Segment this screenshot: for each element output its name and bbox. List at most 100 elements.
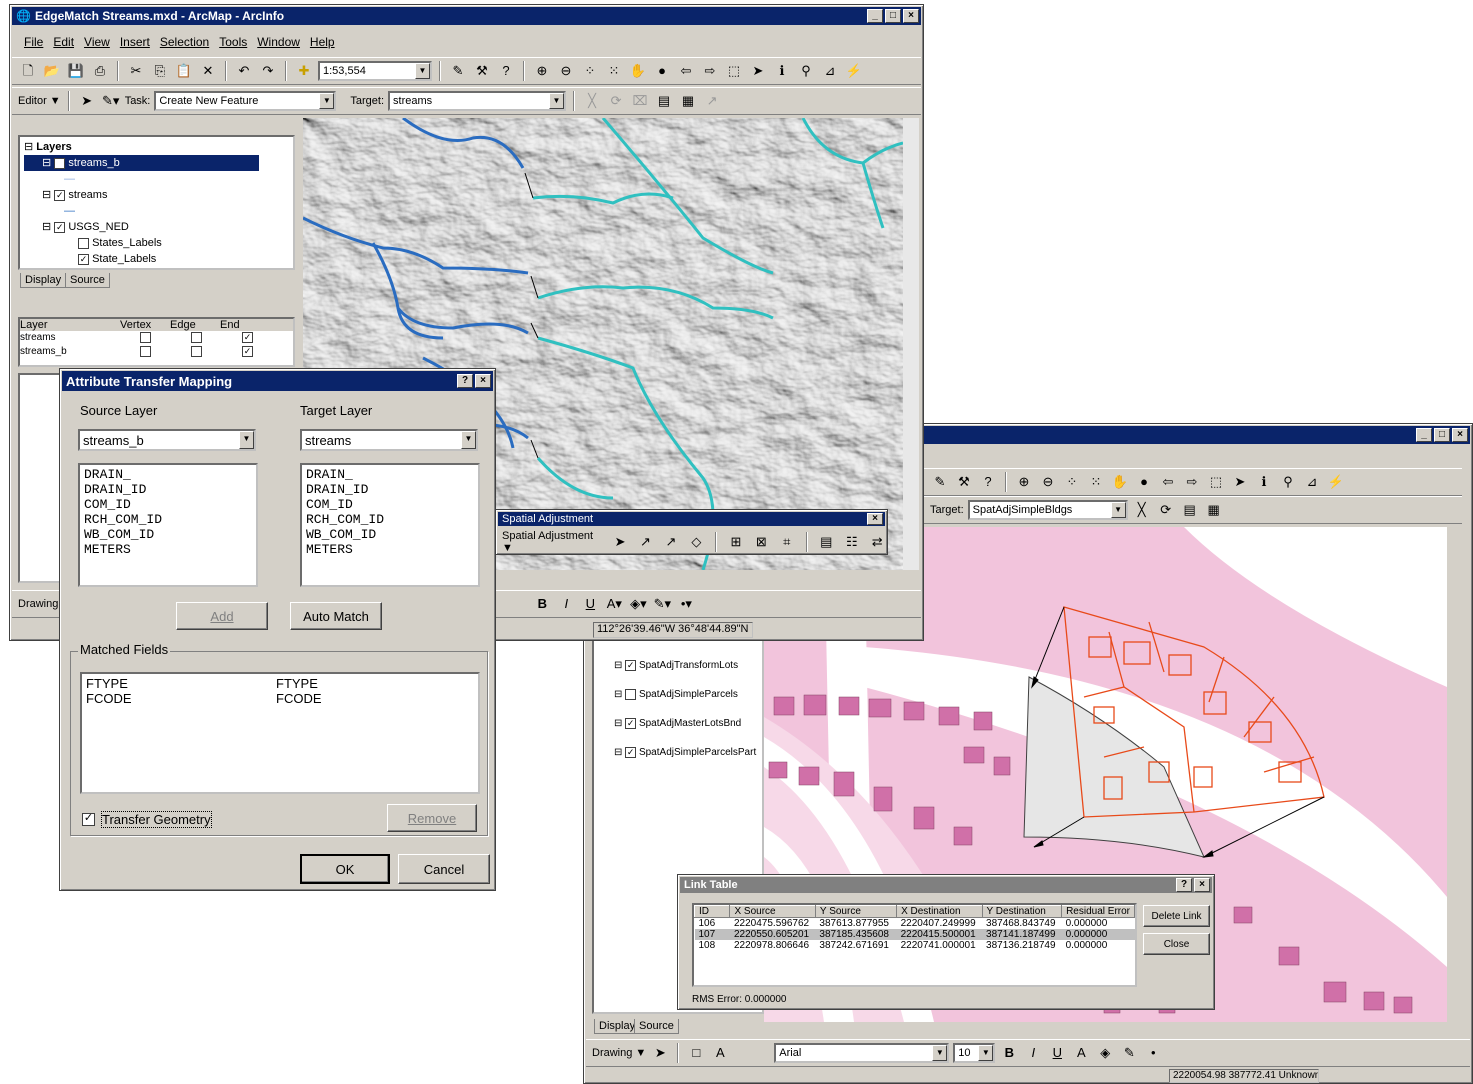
toc-layer-usgs-ned[interactable]: ⊟ ✓ USGS_NED [24,219,259,235]
second-tab-source[interactable]: Source [634,1019,679,1034]
sketch-properties-icon[interactable]: ▦ [678,91,698,111]
split-icon[interactable]: ╳ [582,91,602,111]
line-color-icon[interactable]: ✎▾ [652,594,672,614]
task-combo[interactable]: Create New Feature ▼ [154,91,337,111]
menu-view[interactable]: View [84,35,110,49]
rotate-icon[interactable]: ⟳ [1156,500,1176,520]
source-field-item[interactable]: DRAIN_ [84,467,252,482]
source-field-item[interactable]: COM_ID [84,497,252,512]
annotation-icon[interactable]: ↗ [702,91,722,111]
identity-link-icon[interactable]: ⌗ [777,532,796,552]
select-features-icon[interactable]: ⬚ [1206,472,1226,492]
zoom-out-icon[interactable]: ⊖ [556,61,576,81]
select-features-icon[interactable]: ⬚ [724,61,744,81]
select-elements-icon[interactable]: ➤ [748,61,768,81]
spatial-adjustment-menu[interactable]: Spatial Adjustment ▼ [502,530,604,554]
back-icon[interactable]: ⇦ [676,61,696,81]
select-icon[interactable]: ➤ [610,532,629,552]
multi-link-icon[interactable]: ◇ [687,532,706,552]
undo-icon[interactable]: ↶ [234,61,254,81]
menu-edit[interactable]: Edit [53,35,74,49]
italic-icon[interactable]: I [1023,1043,1043,1063]
cancel-button[interactable]: Cancel [398,854,490,884]
editor-toolbar-icon[interactable]: ✎ [448,61,468,81]
area-link-icon[interactable]: ⊞ [726,532,745,552]
link-row[interactable]: 107 2220550.605201 387185.435608 2220415.50… [694,929,1135,940]
target-combo[interactable]: streams ▼ [388,91,567,111]
close-button[interactable]: Close [1143,933,1210,955]
toc-layer-states-labels[interactable]: States_Labels [24,235,259,251]
target-fields-list[interactable]: DRAIN_ DRAIN_ID COM_ID RCH_COM_ID WB_COM_ID M… [300,463,480,587]
split-icon[interactable]: ╳ [1132,500,1152,520]
minimize-icon[interactable]: _ [1416,428,1432,442]
add-button[interactable]: Add [176,602,268,630]
copy-icon[interactable]: ⎘ [150,61,170,81]
pan-icon[interactable]: ✋ [1110,472,1130,492]
find-icon[interactable]: ⚲ [796,61,816,81]
underline-icon[interactable]: U [580,594,600,614]
layer-row-simpleparcelspart[interactable]: ⊟ ✓ SpatAdjSimpleParcelsPart [614,738,756,767]
source-field-item[interactable]: RCH_COM_ID [84,512,252,527]
measure-icon[interactable]: ⊿ [820,61,840,81]
menu-window[interactable]: Window [257,35,300,49]
arctoolbox-icon[interactable]: ⚒ [954,472,974,492]
transfer-geometry-checkbox[interactable]: ✓ Transfer Geometry [82,811,212,828]
font-color-icon[interactable]: A▾ [604,594,624,614]
full-extent-icon[interactable]: ● [652,61,672,81]
attributes-icon[interactable]: ▤ [1180,500,1200,520]
bold-icon[interactable]: B [999,1043,1019,1063]
link-table-title-bar[interactable]: Link Table ? × [680,877,1212,893]
view-link-table-icon[interactable]: ▤ [817,532,836,552]
italic-icon[interactable]: I [556,594,576,614]
hyperlink-icon[interactable]: ⚡ [844,61,864,81]
source-fields-list[interactable]: DRAIN_ DRAIN_ID COM_ID RCH_COM_ID WB_COM_ID M… [78,463,258,587]
second-target-combo[interactable]: SpatAdjSimpleBldgs ▼ [967,500,1128,520]
maximize-icon[interactable]: □ [1434,428,1450,442]
layer-row-simpleparcels[interactable]: ⊟ SpatAdjSimpleParcels [614,680,756,709]
toc-layer-state-labels[interactable]: ✓ State_Labels [24,251,259,267]
rectangle-icon[interactable]: □ [686,1043,706,1063]
full-extent-icon[interactable]: ● [1134,472,1154,492]
menu-file[interactable]: File [24,35,43,49]
edit-tool-icon[interactable]: ➤ [77,91,97,111]
new-text-icon[interactable]: A [710,1043,730,1063]
sketch-properties-icon[interactable]: ▦ [1204,500,1224,520]
print-icon[interactable]: ⎙ [90,61,110,81]
fixed-zoom-in-icon[interactable]: ⁘ [1062,472,1082,492]
help-icon[interactable]: ? [1176,878,1192,892]
menu-help[interactable]: Help [310,35,335,49]
matched-row[interactable]: FCODE FCODE [86,691,474,706]
second-drawing-menu[interactable]: Drawing ▼ [592,1047,646,1059]
toc-tab-display[interactable]: Display [20,273,67,288]
hyperlink-icon[interactable]: ⚡ [1326,472,1346,492]
editor-toolbar-icon[interactable]: ✎ [930,472,950,492]
fixed-zoom-out-icon[interactable]: ⁙ [604,61,624,81]
sketch-tool-icon[interactable]: ✎▾ [101,91,121,111]
menu-selection[interactable]: Selection [160,35,209,49]
map-scale-combo[interactable]: 1:53,554 ▼ [318,61,432,81]
target-field-item[interactable]: METERS [306,542,474,557]
remove-button[interactable]: Remove [387,804,477,832]
target-field-item[interactable]: RCH_COM_ID [306,512,474,527]
identify-icon[interactable]: ℹ [772,61,792,81]
auto-match-button[interactable]: Auto Match [290,602,382,630]
new-link-icon[interactable]: ↗ [636,532,655,552]
select-elements-icon[interactable]: ➤ [1230,472,1250,492]
attributes-icon[interactable]: ▤ [654,91,674,111]
main-drawing-menu[interactable]: Drawing [18,598,58,610]
clip-icon[interactable]: ⌧ [630,91,650,111]
pan-icon[interactable]: ✋ [628,61,648,81]
dialog-title-bar[interactable]: Attribute Transfer Mapping ? × [62,371,493,391]
add-data-icon[interactable]: ✚ [294,61,314,81]
arctoolbox-icon[interactable]: ⚒ [472,61,492,81]
whats-this-icon[interactable]: ? [496,61,516,81]
modify-link-icon[interactable]: ↗ [661,532,680,552]
line-color-icon[interactable]: ✎ [1119,1043,1139,1063]
delete-icon[interactable]: ✕ [198,61,218,81]
source-field-item[interactable]: DRAIN_ID [84,482,252,497]
fill-color-icon[interactable]: ◈▾ [628,594,648,614]
close-icon[interactable]: × [475,374,491,388]
layer-row-transformlots[interactable]: ⊟ ✓ SpatAdjTransformLots [614,651,756,680]
attribute-transfer-icon[interactable]: ⇄ [868,532,887,552]
menu-insert[interactable]: Insert [120,35,150,49]
